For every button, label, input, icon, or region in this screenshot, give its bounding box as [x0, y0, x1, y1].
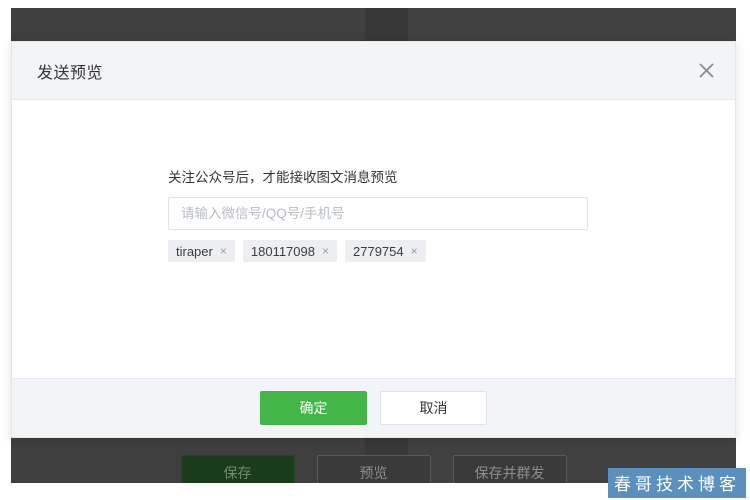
- recipient-tag-label: 2779754: [353, 243, 404, 259]
- confirm-button[interactable]: 确定: [260, 391, 367, 425]
- recipient-tag[interactable]: tiraper ×: [168, 240, 235, 262]
- recipient-tag-list: tiraper × 180117098 × 2779754 ×: [168, 240, 598, 262]
- dialog-title: 发送预览: [37, 64, 104, 82]
- watermark: 春哥技术博客: [608, 468, 746, 498]
- recipient-search-input[interactable]: [168, 197, 588, 230]
- tag-remove-icon[interactable]: ×: [220, 245, 227, 257]
- save-and-broadcast-button[interactable]: 保存并群发: [452, 455, 567, 483]
- tag-remove-icon[interactable]: ×: [322, 245, 329, 257]
- recipient-tag[interactable]: 2779754 ×: [345, 240, 426, 262]
- send-preview-dialog: 发送预览 关注公众号后，才能接收图文消息预览 tiraper × 1801170…: [11, 41, 736, 438]
- dialog-footer: 确定 取消: [12, 378, 735, 437]
- close-icon[interactable]: [691, 56, 721, 86]
- dialog-header: 发送预览: [12, 42, 735, 100]
- dialog-body: 关注公众号后，才能接收图文消息预览 tiraper × 180117098 × …: [12, 100, 735, 378]
- save-button[interactable]: 保存: [180, 455, 295, 483]
- recipient-tag-label: 180117098: [250, 243, 315, 259]
- recipient-tag[interactable]: 180117098 ×: [242, 240, 337, 262]
- form-hint-label: 关注公众号后，才能接收图文消息预览: [168, 170, 398, 185]
- preview-recipient-form: 关注公众号后，才能接收图文消息预览 tiraper × 180117098 × …: [168, 166, 598, 262]
- tag-remove-icon[interactable]: ×: [411, 245, 418, 257]
- recipient-tag-label: tiraper: [176, 243, 213, 259]
- cancel-button[interactable]: 取消: [380, 391, 487, 425]
- preview-button[interactable]: 预览: [316, 455, 431, 483]
